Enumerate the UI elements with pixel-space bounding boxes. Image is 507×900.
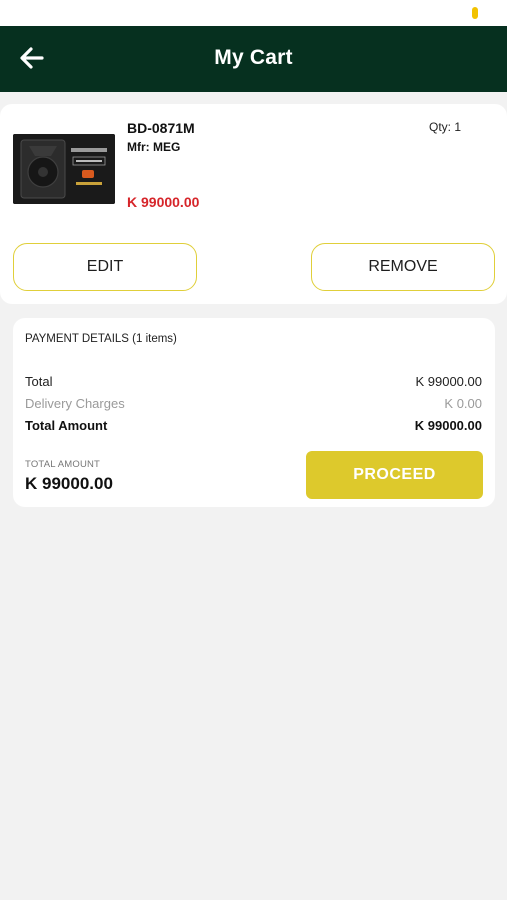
total-amount-label: Total Amount	[25, 418, 108, 433]
cart-item-card: BD-0871M Mfr: MEG Qty: 1 K 99000.00 EDIT…	[0, 104, 507, 304]
payment-details-card: PAYMENT DETAILS (1 items) Total K 99000.…	[13, 318, 495, 507]
product-sku: BD-0871M	[127, 120, 195, 136]
total-amount-row: Total Amount K 99000.00	[25, 418, 482, 433]
total-label: Total	[25, 374, 53, 389]
proceed-button[interactable]: PROCEED	[306, 451, 483, 499]
payment-details-title: PAYMENT DETAILS (1 items)	[25, 333, 177, 345]
page-title: My Cart	[214, 46, 293, 69]
delivery-charges-value: K 0.00	[444, 396, 482, 411]
product-image[interactable]	[13, 134, 115, 204]
speaker-product-image	[13, 134, 115, 204]
footer-total-label: TOTAL AMOUNT	[25, 459, 101, 470]
delivery-charges-row: Delivery Charges K 0.00	[25, 396, 482, 411]
footer-total-amount: K 99000.00	[25, 474, 113, 493]
delivery-charges-label: Delivery Charges	[25, 396, 125, 411]
remove-button[interactable]: REMOVE	[311, 243, 495, 291]
status-bar	[0, 0, 507, 26]
status-indicator-icon	[472, 7, 478, 19]
edit-button[interactable]: EDIT	[13, 243, 197, 291]
product-price: K 99000.00	[127, 194, 200, 210]
app-bar: My Cart	[0, 26, 507, 92]
total-value: K 99000.00	[415, 374, 482, 389]
product-quantity: Qty: 1	[428, 120, 461, 134]
total-amount-value: K 99000.00	[414, 418, 482, 433]
product-manufacturer: Mfr: MEG	[127, 140, 181, 154]
total-row: Total K 99000.00	[25, 374, 482, 389]
